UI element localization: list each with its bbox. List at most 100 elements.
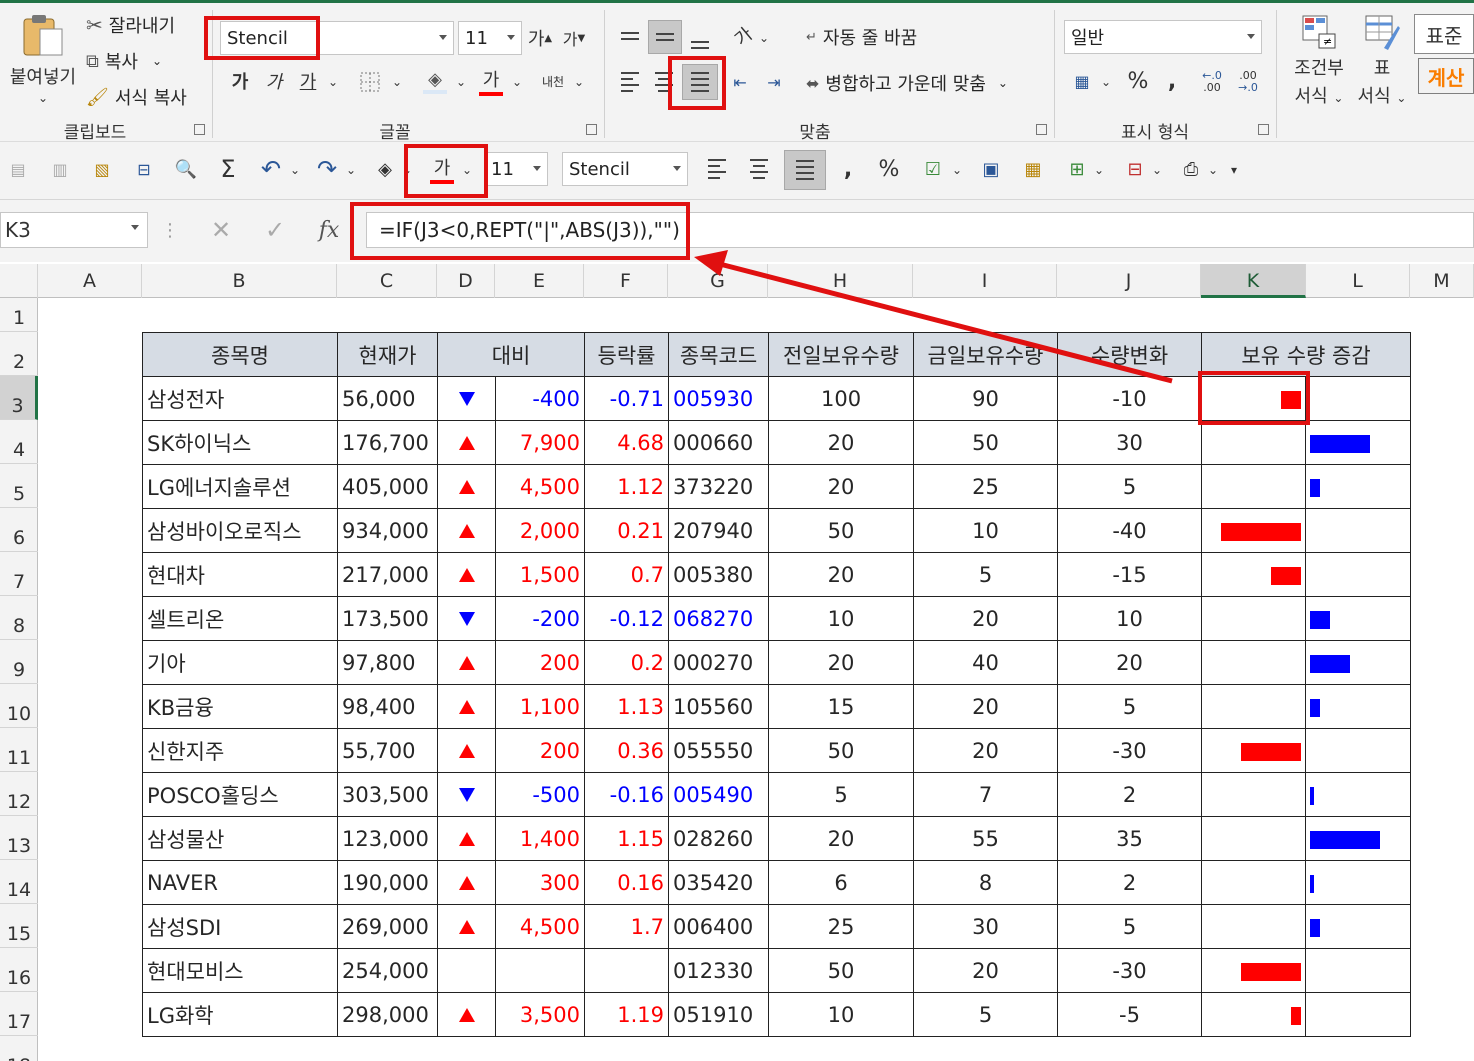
column-width-button[interactable]: ⊟ (130, 154, 158, 184)
row-header-11[interactable]: 11 (0, 728, 38, 772)
stock-name-cell[interactable]: 현대모비스 (142, 948, 338, 993)
pos-bar-cell[interactable] (1305, 376, 1412, 421)
diff-cell[interactable]: 200 (494, 728, 586, 773)
grow-font-button[interactable]: 가 ▲ (526, 24, 554, 52)
code-cell[interactable]: 035420 (668, 860, 770, 905)
diff-cell[interactable]: 200 (494, 640, 586, 685)
header-price[interactable]: 현재가 (337, 332, 438, 377)
code-cell[interactable]: 005930 (668, 376, 770, 421)
qty-change-cell[interactable]: -5 (1057, 992, 1203, 1037)
insert-cells-button[interactable]: ⊞ (1062, 154, 1092, 184)
form-button[interactable]: ▣ (976, 154, 1006, 184)
qty-change-cell[interactable]: 5 (1057, 684, 1203, 729)
data-validation-dropdown[interactable]: ⌄ (950, 158, 964, 182)
prev-qty-cell[interactable]: 100 (768, 376, 915, 421)
qty-change-cell[interactable]: 20 (1057, 640, 1203, 685)
neg-bar-cell[interactable] (1201, 860, 1307, 905)
direction-cell[interactable] (437, 684, 496, 729)
qty-change-cell[interactable]: -10 (1057, 376, 1203, 421)
currency-button[interactable]: ▦ (1066, 66, 1098, 96)
price-cell[interactable]: 303,500 (337, 772, 438, 817)
code-cell[interactable]: 051910 (668, 992, 770, 1037)
qty-change-cell[interactable]: 5 (1057, 904, 1203, 949)
code-cell[interactable]: 005490 (668, 772, 770, 817)
stock-name-cell[interactable]: 삼성전자 (142, 376, 338, 421)
pos-bar-cell[interactable] (1305, 464, 1412, 509)
row-header-5[interactable]: 5 (0, 464, 38, 508)
direction-cell[interactable] (437, 640, 496, 685)
header-qty-change[interactable]: 수량변화 (1057, 332, 1203, 377)
shrink-font-button[interactable]: 가 ▼ (560, 24, 588, 52)
code-cell[interactable]: 373220 (668, 464, 770, 509)
neg-bar-cell[interactable] (1201, 596, 1307, 641)
neg-bar-cell[interactable] (1201, 992, 1307, 1037)
price-cell[interactable]: 405,000 (337, 464, 438, 509)
neg-bar-cell[interactable] (1201, 772, 1307, 817)
prev-qty-cell[interactable]: 20 (768, 640, 915, 685)
rate-cell[interactable]: 1.13 (584, 684, 670, 729)
qty-change-cell[interactable]: -15 (1057, 552, 1203, 597)
data-validation-button[interactable]: ☑ (918, 154, 948, 184)
prev-qty-cell[interactable]: 5 (768, 772, 915, 817)
header-today-qty[interactable]: 금일보유수량 (913, 332, 1059, 377)
qty-change-cell[interactable]: 2 (1057, 772, 1203, 817)
rate-cell[interactable]: -0.12 (584, 596, 670, 641)
number-format-combo[interactable]: 일반 (1064, 20, 1262, 54)
diff-cell[interactable]: 1,100 (494, 684, 586, 729)
qat-percent-button[interactable]: % (874, 154, 904, 184)
row-header-16[interactable]: 16 (0, 948, 38, 992)
pos-bar-cell[interactable] (1305, 508, 1412, 553)
price-cell[interactable]: 269,000 (337, 904, 438, 949)
diff-cell[interactable]: 2,000 (494, 508, 586, 553)
fill-color-button[interactable]: ◈ (420, 64, 450, 98)
code-cell[interactable]: 068270 (668, 596, 770, 641)
pos-bar-cell[interactable] (1305, 640, 1412, 685)
stock-name-cell[interactable]: KB금융 (142, 684, 338, 729)
column-header-c[interactable]: C (337, 264, 437, 298)
pos-bar-cell[interactable] (1305, 552, 1412, 597)
prev-qty-cell[interactable]: 15 (768, 684, 915, 729)
rate-cell[interactable]: 0.7 (584, 552, 670, 597)
neg-bar-cell[interactable] (1201, 640, 1307, 685)
today-qty-cell[interactable]: 50 (913, 420, 1059, 465)
row-header-4[interactable]: 4 (0, 420, 38, 464)
row-header-10[interactable]: 10 (0, 684, 38, 728)
align-middle-button[interactable] (648, 20, 682, 54)
diff-cell[interactable]: -400 (494, 376, 586, 421)
column-header-i[interactable]: I (913, 264, 1057, 298)
paste-button[interactable]: 붙여넣기 ⌄ (8, 10, 78, 105)
today-qty-cell[interactable]: 8 (913, 860, 1059, 905)
pos-bar-cell[interactable] (1305, 596, 1412, 641)
neg-bar-cell[interactable] (1201, 728, 1307, 773)
borders-button[interactable] (356, 68, 384, 96)
column-header-e[interactable]: E (495, 264, 584, 298)
bold-button[interactable]: 가 (226, 66, 254, 96)
direction-cell[interactable] (437, 992, 496, 1037)
neg-bar-cell[interactable] (1201, 508, 1307, 553)
font-name-combo[interactable]: Stencil (220, 21, 454, 55)
paste-format-button[interactable]: ▧ (88, 154, 116, 184)
undo-button[interactable]: ↶ (256, 154, 286, 184)
phonetic-dropdown[interactable]: ⌄ (570, 70, 588, 94)
pos-bar-cell[interactable] (1305, 420, 1412, 465)
prev-qty-cell[interactable]: 50 (768, 508, 915, 553)
column-header-d[interactable]: D (437, 264, 495, 298)
stock-name-cell[interactable]: SK하이닉스 (142, 420, 338, 465)
diff-cell[interactable]: 3,500 (494, 992, 586, 1037)
qty-change-cell[interactable]: -40 (1057, 508, 1203, 553)
today-qty-cell[interactable]: 20 (913, 684, 1059, 729)
code-cell[interactable]: 006400 (668, 904, 770, 949)
stock-name-cell[interactable]: LG에너지솔루션 (142, 464, 338, 509)
diff-cell[interactable]: 1,400 (494, 816, 586, 861)
qat-fill-color-button[interactable]: ◈ (370, 154, 400, 184)
stock-name-cell[interactable]: 삼성바이오로직스 (142, 508, 338, 553)
direction-cell[interactable] (437, 948, 496, 993)
stock-name-cell[interactable]: 셀트리온 (142, 596, 338, 641)
direction-cell[interactable] (437, 728, 496, 773)
code-cell[interactable]: 000660 (668, 420, 770, 465)
borders-dropdown[interactable]: ⌄ (388, 70, 406, 94)
prev-qty-cell[interactable]: 10 (768, 596, 915, 641)
paste-formula-button[interactable]: ▤ (4, 154, 32, 184)
header-rate[interactable]: 등락률 (584, 332, 670, 377)
header-stock-name[interactable]: 종목명 (142, 332, 338, 377)
